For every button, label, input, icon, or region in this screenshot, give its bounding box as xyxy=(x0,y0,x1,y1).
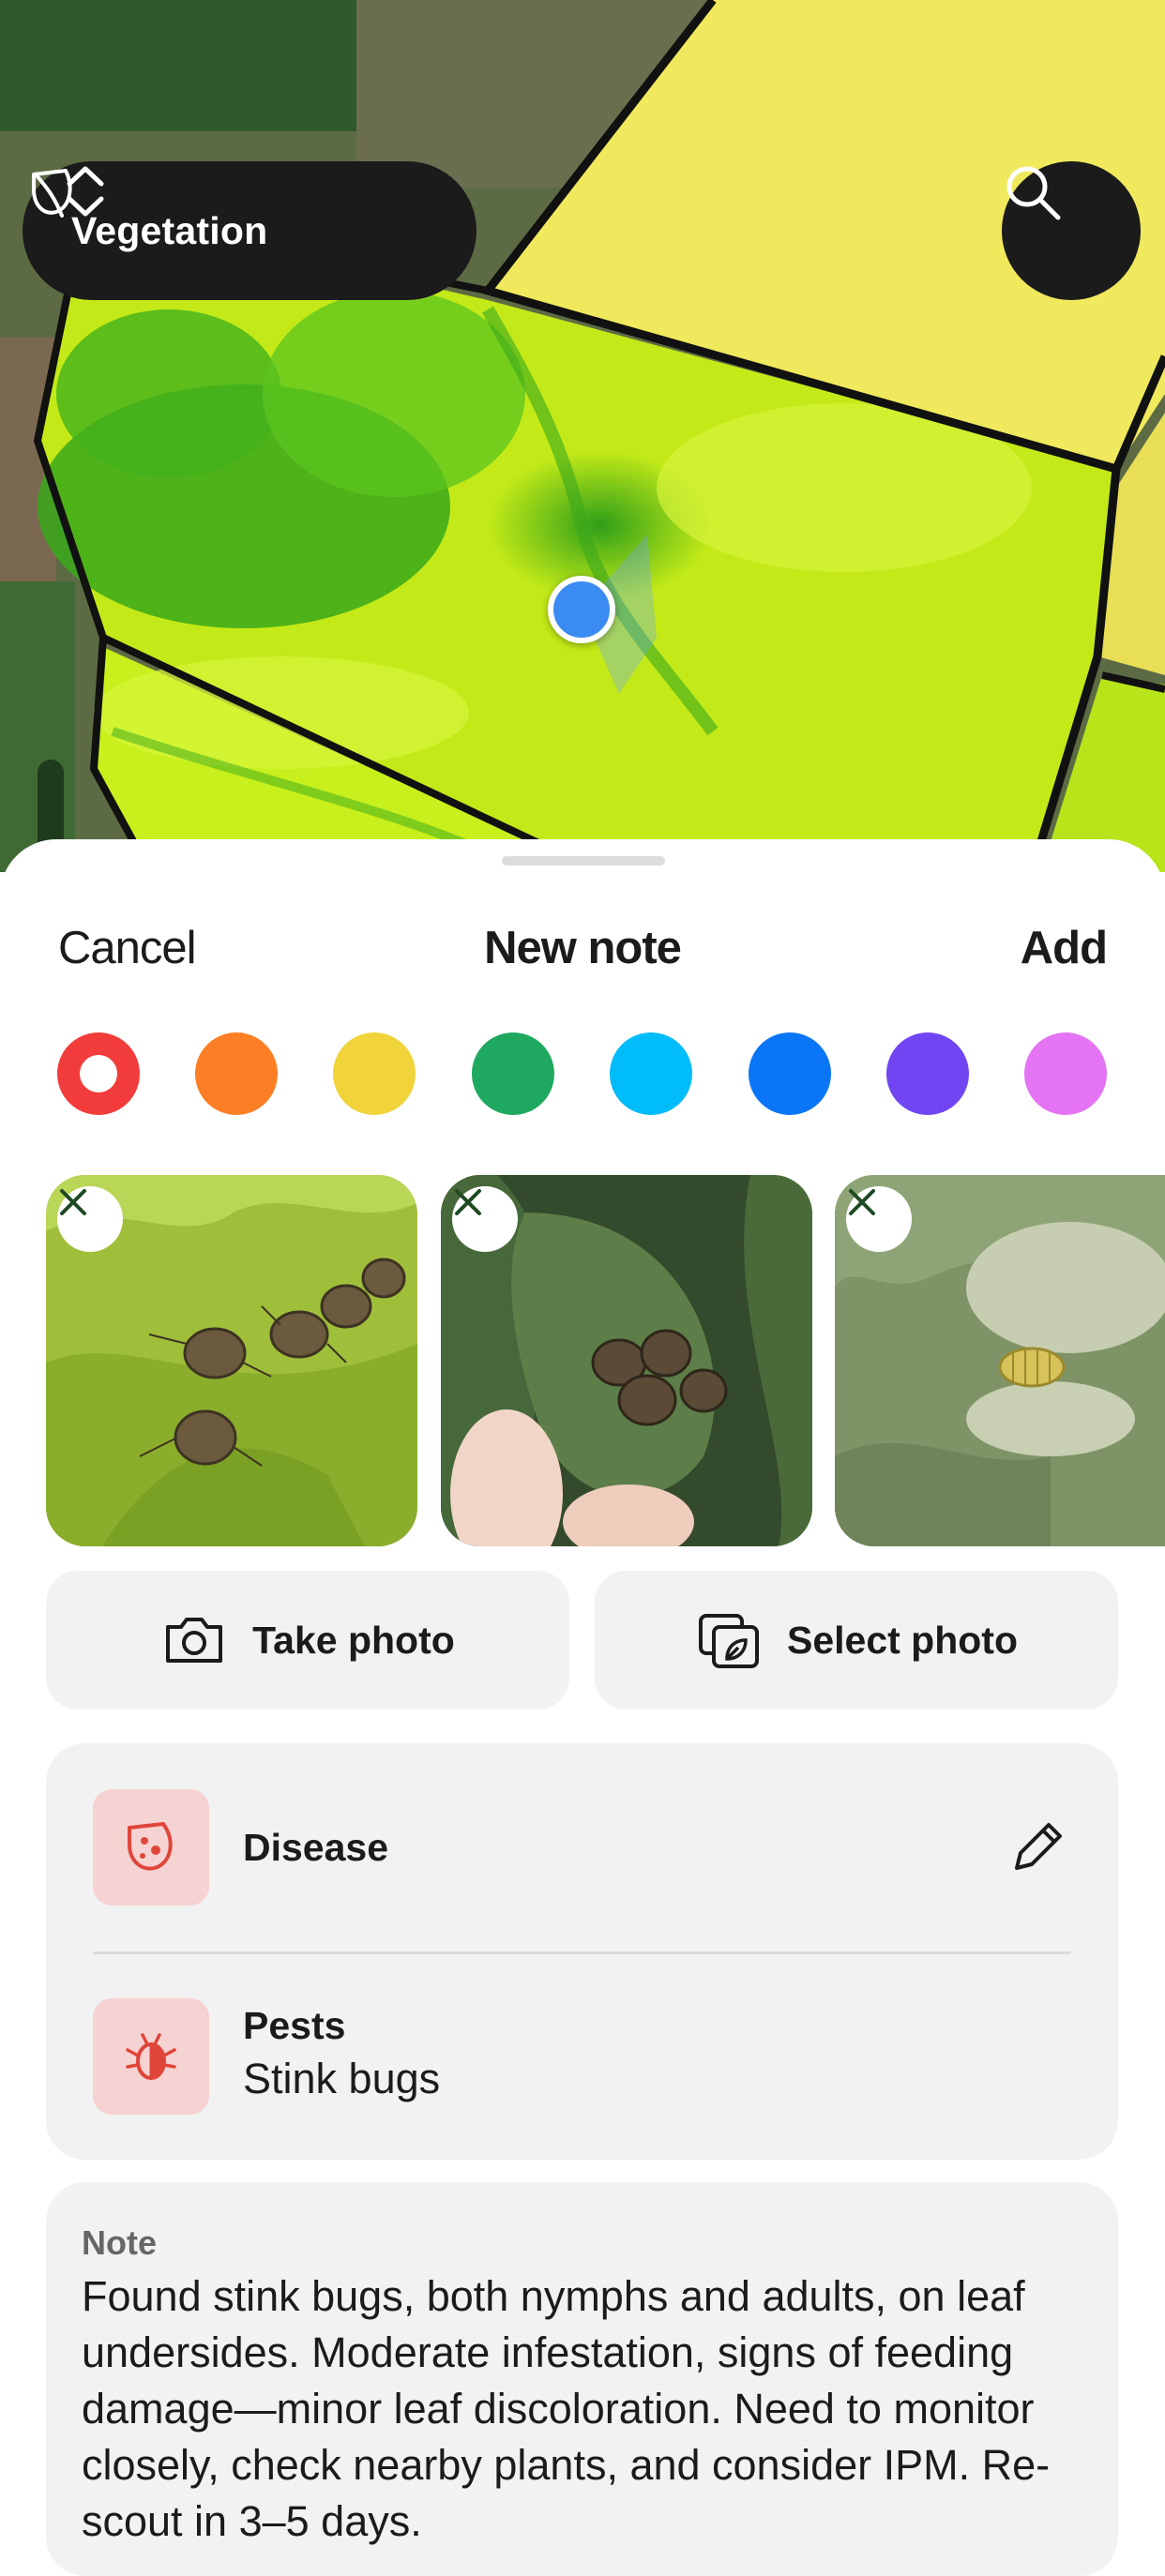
close-icon xyxy=(60,1189,86,1215)
photo-thumbnail[interactable] xyxy=(835,1175,1165,1546)
chevron-updown-icon xyxy=(67,166,104,217)
pencil-icon[interactable] xyxy=(1004,1814,1071,1881)
tag-title: Pests xyxy=(243,2004,346,2047)
take-photo-label: Take photo xyxy=(252,1618,455,1662)
select-photo-label: Select photo xyxy=(786,1618,1019,1662)
new-note-sheet: New note Cancel Add Take photo Select ph… xyxy=(0,839,1165,2576)
color-swatch-purple[interactable] xyxy=(886,1032,969,1115)
add-button[interactable]: Add xyxy=(1021,922,1108,974)
tag-title: Disease xyxy=(243,1826,389,1869)
photo-actions: Take photo Select photo xyxy=(0,1571,1165,1710)
camera-icon xyxy=(166,1618,223,1663)
sheet-header: New note Cancel Add xyxy=(0,896,1165,989)
close-icon xyxy=(455,1189,481,1215)
color-swatch-cyan[interactable] xyxy=(610,1032,692,1115)
tags-card: Disease Pests Stink bugs xyxy=(46,1743,1118,2160)
color-swatch-red[interactable] xyxy=(57,1032,140,1115)
tag-row-disease[interactable]: Disease xyxy=(46,1743,1118,1951)
remove-photo-button[interactable] xyxy=(846,1186,912,1252)
cancel-button[interactable]: Cancel xyxy=(58,922,197,974)
close-icon xyxy=(849,1189,875,1215)
take-photo-button[interactable]: Take photo xyxy=(46,1571,569,1710)
remove-photo-button[interactable] xyxy=(452,1186,518,1252)
layer-selector-button[interactable]: Vegetation xyxy=(23,161,477,300)
current-location-dot xyxy=(548,576,615,643)
bug-icon xyxy=(126,2033,176,2080)
disease-icon xyxy=(128,1822,173,1871)
select-photo-button[interactable]: Select photo xyxy=(595,1571,1118,1710)
search-icon xyxy=(1006,166,1061,220)
photo-thumbnail[interactable] xyxy=(441,1175,812,1546)
note-label: Note xyxy=(82,2223,157,2262)
tag-icon-box xyxy=(93,1998,209,2115)
search-button[interactable] xyxy=(1002,161,1141,300)
photo-strip[interactable] xyxy=(0,1175,1165,1546)
note-card[interactable]: Note Found stink bugs, both nymphs and a… xyxy=(46,2182,1118,2576)
map-view[interactable]: Vegetation xyxy=(0,0,1165,872)
sheet-grabber[interactable] xyxy=(502,856,665,866)
remove-photo-button[interactable] xyxy=(57,1186,123,1252)
color-swatch-orange[interactable] xyxy=(195,1032,278,1115)
ndvi-field-map xyxy=(0,0,1165,872)
note-textarea[interactable]: Found stink bugs, both nymphs and adults… xyxy=(82,2268,1095,2550)
photo-thumbnail[interactable] xyxy=(46,1175,417,1546)
tag-subtitle: Stink bugs xyxy=(243,2055,441,2102)
tag-icon-box xyxy=(93,1789,209,1906)
color-swatch-green[interactable] xyxy=(472,1032,554,1115)
color-swatch-yellow[interactable] xyxy=(333,1032,416,1115)
gallery-icon xyxy=(698,1614,759,1668)
color-picker xyxy=(0,1032,1165,1117)
color-swatch-blue[interactable] xyxy=(749,1032,831,1115)
color-swatch-pink[interactable] xyxy=(1024,1032,1107,1115)
tag-row-pests[interactable]: Pests Stink bugs xyxy=(46,1951,1118,2160)
